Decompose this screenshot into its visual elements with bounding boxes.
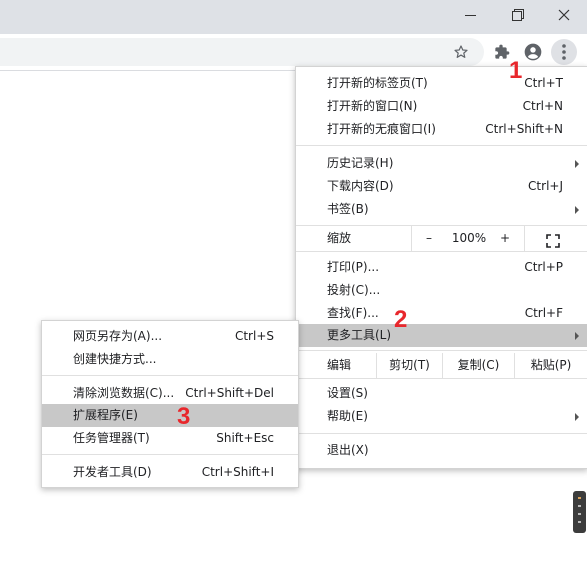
annotation-step-1: 1 xyxy=(509,57,523,84)
paste-button[interactable]: 粘贴(P) xyxy=(515,353,587,378)
zoom-out-button[interactable]: – xyxy=(418,226,440,251)
annotation-step-2: 2 xyxy=(394,306,408,333)
menu-item-bookmarks[interactable]: 书签(B) xyxy=(296,198,587,221)
menu-item-cast[interactable]: 投射(C)... xyxy=(296,279,587,302)
menu-item-print[interactable]: 打印(P)... Ctrl+P xyxy=(296,256,587,279)
kebab-menu-icon xyxy=(562,44,566,60)
menu-item-find[interactable]: 查找(F)... Ctrl+F xyxy=(296,302,587,325)
cut-button[interactable]: 剪切(T) xyxy=(377,353,442,378)
profile-icon xyxy=(524,43,542,61)
menu-item-downloads[interactable]: 下载内容(D) Ctrl+J xyxy=(296,175,587,198)
menu-item-exit[interactable]: 退出(X) xyxy=(296,439,587,462)
submenu-item-save-page[interactable]: 网页另存为(A)... Ctrl+S xyxy=(42,325,298,348)
menu-separator xyxy=(296,251,587,252)
minimize-icon xyxy=(464,14,476,16)
chrome-main-menu: 打开新的标签页(T) Ctrl+T 打开新的窗口(N) Ctrl+N 打开新的无… xyxy=(295,66,587,469)
zoom-row: 缩放 – 100% + xyxy=(296,226,587,251)
menu-item-new-tab[interactable]: 打开新的标签页(T) Ctrl+T xyxy=(296,72,587,95)
submenu-item-create-shortcut[interactable]: 创建快捷方式... xyxy=(42,348,298,371)
submenu-arrow-icon xyxy=(575,413,579,421)
edit-label: 编辑 xyxy=(327,358,352,372)
menu-item-more-tools[interactable]: 更多工具(L) xyxy=(296,324,587,347)
zoom-in-button[interactable]: + xyxy=(494,226,516,251)
chrome-menu-button[interactable] xyxy=(551,39,577,65)
fullscreen-button[interactable] xyxy=(546,232,560,248)
bookmark-star-button[interactable] xyxy=(448,39,474,65)
submenu-arrow-icon xyxy=(575,206,579,214)
menu-separator xyxy=(42,375,298,376)
close-window-button[interactable] xyxy=(541,0,587,30)
zoom-level: 100% xyxy=(451,231,487,245)
scrollbar[interactable] xyxy=(573,491,586,533)
menu-item-history[interactable]: 历史记录(H) xyxy=(296,152,587,175)
star-icon xyxy=(454,45,468,58)
edit-row: 编辑 剪切(T) 复制(C) 粘贴(P) xyxy=(296,353,587,378)
menu-item-incognito[interactable]: 打开新的无痕窗口(I) Ctrl+Shift+N xyxy=(296,118,587,141)
title-bar xyxy=(0,0,587,34)
menu-item-new-window[interactable]: 打开新的窗口(N) Ctrl+N xyxy=(296,95,587,118)
profile-button[interactable] xyxy=(520,39,546,65)
annotation-step-3: 3 xyxy=(177,403,191,430)
submenu-item-task-manager[interactable]: 任务管理器(T) Shift+Esc xyxy=(42,427,298,450)
submenu-arrow-icon xyxy=(575,160,579,168)
zoom-label: 缩放 xyxy=(327,231,352,245)
close-icon xyxy=(558,9,570,21)
menu-separator xyxy=(42,454,298,455)
submenu-item-dev-tools[interactable]: 开发者工具(D) Ctrl+Shift+I xyxy=(42,461,298,484)
copy-button[interactable]: 复制(C) xyxy=(443,353,514,378)
restore-button[interactable] xyxy=(495,0,541,30)
menu-separator xyxy=(296,433,587,434)
menu-item-settings[interactable]: 设置(S) xyxy=(296,382,587,405)
submenu-item-clear-data[interactable]: 清除浏览数据(C)... Ctrl+Shift+Del xyxy=(42,382,298,405)
minimize-button[interactable] xyxy=(447,0,493,30)
submenu-arrow-icon xyxy=(575,332,579,340)
address-bar[interactable] xyxy=(0,38,484,66)
restore-icon xyxy=(512,9,524,21)
menu-separator xyxy=(296,145,587,146)
extensions-icon xyxy=(495,44,510,59)
fullscreen-icon xyxy=(546,234,560,248)
menu-separator xyxy=(296,378,587,379)
submenu-item-extensions[interactable]: 扩展程序(E) xyxy=(42,404,298,427)
more-tools-submenu: 网页另存为(A)... Ctrl+S 创建快捷方式... 清除浏览数据(C)..… xyxy=(41,320,299,488)
menu-separator xyxy=(296,350,587,351)
menu-item-help[interactable]: 帮助(E) xyxy=(296,405,587,428)
